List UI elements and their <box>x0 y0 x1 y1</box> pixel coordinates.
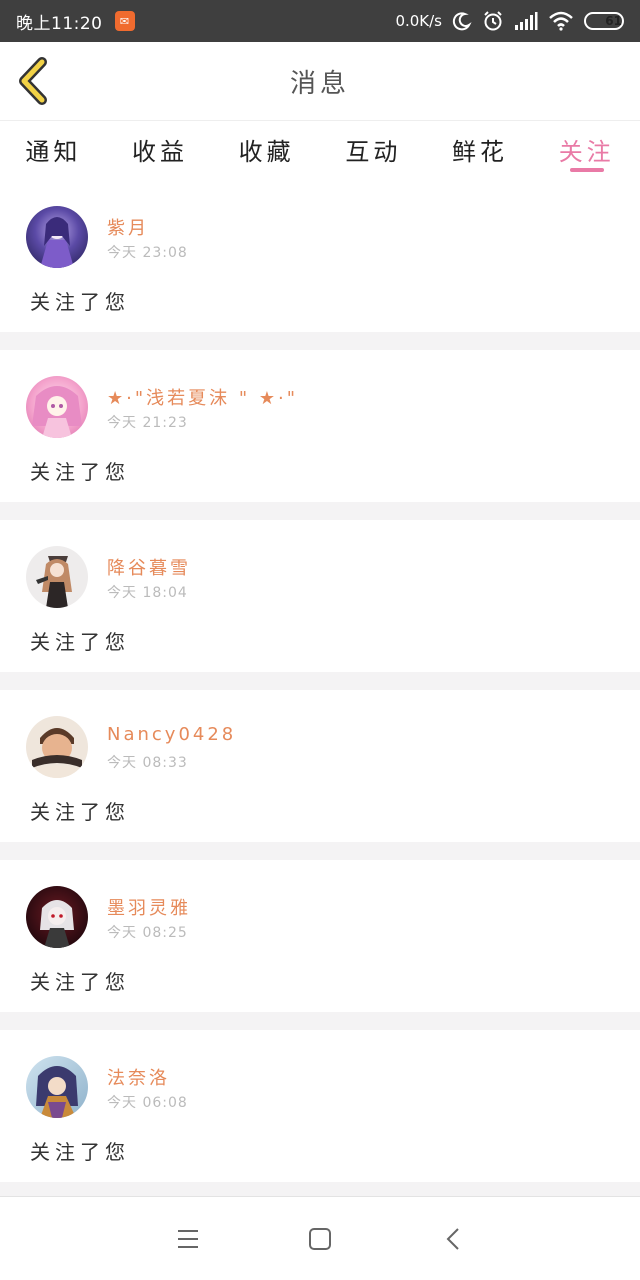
chevron-left-icon <box>446 1228 459 1250</box>
menu-button[interactable] <box>174 1225 202 1253</box>
message-time: 今天 08:25 <box>107 925 188 941</box>
tab-interactions[interactable]: 互动 <box>320 121 427 180</box>
list-item[interactable]: 墨羽灵雅 今天 08:25 关注了您 <box>0 860 640 1012</box>
avatar[interactable] <box>26 886 88 948</box>
message-time: 今天 23:08 <box>107 245 188 261</box>
tab-following[interactable]: 关注 <box>533 121 640 180</box>
message-text: 关注了您 <box>30 290 130 314</box>
battery-level: 61 <box>605 14 622 28</box>
network-speed: 0.0K/s <box>395 12 442 30</box>
signal-icon <box>514 11 538 31</box>
avatar[interactable] <box>26 1056 88 1118</box>
list-item[interactable]: Nancy0428 今天 08:33 关注了您 <box>0 690 640 842</box>
system-nav-bar <box>0 1196 640 1280</box>
message-time: 今天 08:33 <box>107 755 188 771</box>
home-square-icon <box>309 1228 331 1250</box>
message-time: 今天 21:23 <box>107 415 188 431</box>
tab-favorites[interactable]: 收藏 <box>213 121 320 180</box>
message-text: 关注了您 <box>30 460 130 484</box>
tab-bar: 通知 收益 收藏 互动 鲜花 关注 <box>0 120 640 180</box>
message-text: 关注了您 <box>30 1140 130 1164</box>
message-time: 今天 18:04 <box>107 585 188 601</box>
page-title: 消息 <box>289 68 350 99</box>
message-text: 关注了您 <box>30 630 130 654</box>
username[interactable]: 墨羽灵雅 <box>107 894 191 920</box>
list-item[interactable]: 降谷暮雪 今天 18:04 关注了您 <box>0 520 640 672</box>
status-bar: 晚上11:20 ✉ 0.0K/s 61 <box>0 0 640 42</box>
username[interactable]: ★·"浅若夏沫 " ★·" <box>107 384 298 410</box>
message-list: 紫月 今天 23:08 关注了您 ★·"浅若夏沫 " ★·" 今天 21:23 … <box>0 180 640 1200</box>
status-time: 晚上11:20 <box>16 13 103 34</box>
list-item[interactable]: 紫月 今天 23:08 关注了您 <box>0 180 640 332</box>
battery-icon: 61 <box>584 12 624 30</box>
tab-notifications[interactable]: 通知 <box>0 121 107 180</box>
username[interactable]: 降谷暮雪 <box>107 554 191 580</box>
avatar[interactable] <box>26 716 88 778</box>
back-button[interactable] <box>14 56 54 106</box>
avatar[interactable] <box>26 376 88 438</box>
wifi-icon <box>548 11 574 31</box>
notification-app-icon: ✉ <box>114 11 135 31</box>
username[interactable]: Nancy0428 <box>107 724 236 745</box>
avatar[interactable] <box>26 546 88 608</box>
home-button[interactable] <box>306 1225 334 1253</box>
list-item[interactable]: 法奈洛 今天 06:08 关注了您 <box>0 1030 640 1182</box>
menu-icon <box>178 1230 198 1248</box>
message-text: 关注了您 <box>30 800 130 824</box>
back-arrow-icon <box>19 57 47 105</box>
app-header: 消息 <box>0 42 640 120</box>
tab-earnings[interactable]: 收益 <box>107 121 214 180</box>
alarm-icon <box>482 10 504 32</box>
list-item[interactable]: ★·"浅若夏沫 " ★·" 今天 21:23 关注了您 <box>0 350 640 502</box>
system-back-button[interactable] <box>440 1225 468 1253</box>
message-text: 关注了您 <box>30 970 130 994</box>
moon-icon <box>452 11 472 31</box>
tab-flowers[interactable]: 鲜花 <box>427 121 534 180</box>
message-time: 今天 06:08 <box>107 1095 188 1111</box>
username[interactable]: 紫月 <box>107 214 149 240</box>
username[interactable]: 法奈洛 <box>107 1064 170 1090</box>
avatar[interactable] <box>26 206 88 268</box>
